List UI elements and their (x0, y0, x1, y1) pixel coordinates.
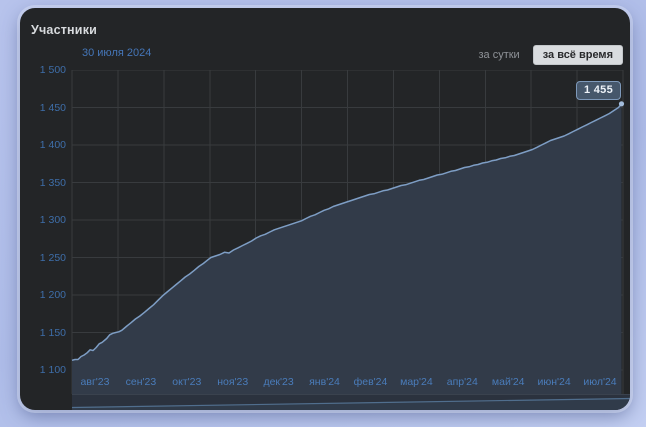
participants-chart-card: Участники 30 июля 2024 за сутки за всё в… (20, 8, 630, 410)
x-tick-label: июл'24 (583, 376, 616, 388)
x-tick-label: янв'24 (309, 376, 340, 388)
series-area-fill (72, 104, 622, 394)
x-tick-label: авг'23 (81, 376, 110, 388)
x-tick-label: июн'24 (537, 376, 570, 388)
last-point-marker (619, 101, 624, 106)
x-tick-label: окт'23 (172, 376, 201, 388)
navigator-mini-chart (72, 395, 630, 410)
range-navigator[interactable] (72, 394, 630, 410)
x-tick-label: сен'23 (126, 376, 157, 388)
last-value-badge: 1 455 (576, 81, 621, 100)
x-tick-label: дек'23 (263, 376, 293, 388)
participants-area-chart[interactable]: авг'23 сен'23 окт'23 ноя'23 дек'23 янв'24 фев'… (20, 70, 630, 394)
range-per-day-button[interactable]: за сутки (478, 49, 519, 61)
x-tick-label: апр'24 (447, 376, 478, 388)
x-tick-label: фев'24 (354, 376, 388, 388)
range-controls: за сутки за всё время (478, 45, 623, 65)
x-tick-label: май'24 (492, 376, 525, 388)
page-background: Участники 30 июля 2024 за сутки за всё в… (0, 0, 646, 427)
chart-date-label: 30 июля 2024 (82, 47, 151, 59)
card-title: Участники (31, 23, 97, 37)
x-tick-label: мар'24 (400, 376, 433, 388)
x-tick-label: ноя'23 (217, 376, 248, 388)
range-all-time-button[interactable]: за всё время (533, 45, 623, 65)
